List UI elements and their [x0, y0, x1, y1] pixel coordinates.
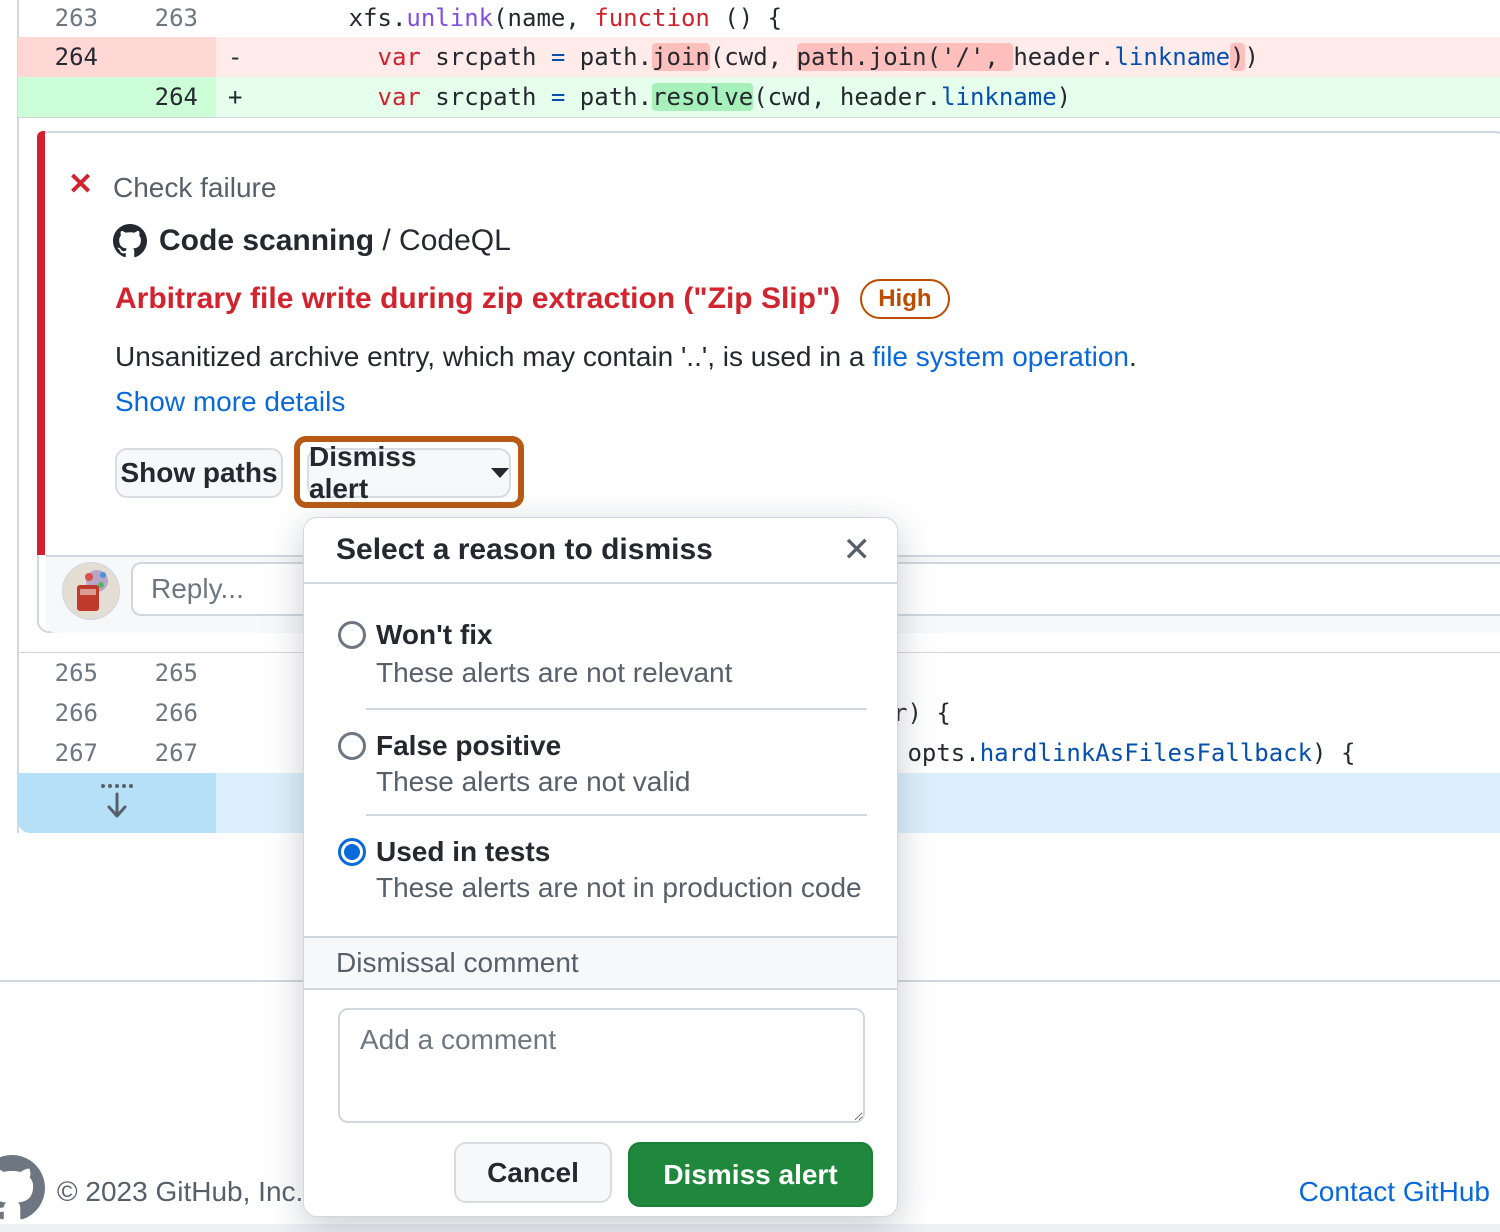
- severity-badge: High: [860, 279, 949, 319]
- tool-name-bold: Code scanning: [159, 224, 374, 257]
- new-line-number: 266: [118, 693, 198, 733]
- page: 263 263 xfs.unlink(name, function () { 2…: [0, 0, 1500, 1232]
- check-status-label: Check failure: [113, 172, 276, 204]
- dismissal-comment-textarea[interactable]: [338, 1008, 865, 1123]
- tool-name: Code scanning / CodeQL: [159, 224, 511, 258]
- dismissal-comment-label: Dismissal comment: [336, 938, 579, 988]
- show-paths-button[interactable]: Show paths: [115, 448, 283, 498]
- show-more-details-link[interactable]: Show more details: [115, 386, 345, 418]
- alert-description: Unsanitized archive entry, which may con…: [115, 341, 1137, 373]
- file-system-operation-link[interactable]: file system operation: [872, 341, 1129, 372]
- diff-row-264-add: 264 + var srcpath = path.resolve(cwd, he…: [18, 77, 1500, 117]
- cancel-button[interactable]: Cancel: [454, 1142, 612, 1203]
- code-line-fragment: opts.hardlinkAsFilesFallback) {: [893, 733, 1355, 773]
- github-footer-logo: [0, 1155, 45, 1221]
- alert-title: Arbitrary file write during zip extracti…: [115, 282, 840, 316]
- old-line-number: 266: [18, 693, 98, 733]
- option-divider: [366, 708, 867, 710]
- option-label[interactable]: False positive: [376, 729, 561, 763]
- new-line-number: 267: [118, 733, 198, 773]
- bottom-strip: [0, 1224, 1500, 1232]
- new-line-number: 264: [118, 77, 198, 117]
- old-line-number: 263: [18, 0, 98, 37]
- option-description: These alerts are not valid: [376, 765, 690, 799]
- new-line-number: 265: [118, 653, 198, 693]
- highlight-annotation-box: [294, 436, 524, 508]
- expand-down-icon: [98, 782, 136, 824]
- radio-used-in-tests[interactable]: [338, 838, 366, 866]
- option-label[interactable]: Won't fix: [376, 618, 493, 652]
- radio-false-positive[interactable]: [338, 732, 366, 760]
- desc-text: Unsanitized archive entry, which may con…: [115, 341, 872, 372]
- avatar-image: [63, 563, 119, 619]
- option-label[interactable]: Used in tests: [376, 835, 550, 869]
- copyright-text: © 2023 GitHub, Inc.: [57, 1176, 303, 1208]
- expand-lines-button[interactable]: [18, 773, 216, 833]
- tool-name-suffix: / CodeQL: [374, 224, 511, 257]
- old-line-number: 264: [18, 37, 98, 77]
- option-description: These alerts are not relevant: [376, 656, 732, 690]
- dismiss-alert-confirm-button[interactable]: Dismiss alert: [628, 1142, 873, 1207]
- dismissal-comment-bar: Dismissal comment: [304, 936, 897, 990]
- avatar[interactable]: [62, 562, 120, 620]
- diff-row-263: 263 263 xfs.unlink(name, function () {: [18, 0, 1500, 37]
- old-line-number: 267: [18, 733, 98, 773]
- failure-red-bar: [37, 131, 45, 555]
- dialog-title: Select a reason to dismiss: [336, 518, 713, 582]
- option-divider: [366, 814, 867, 816]
- option-description: These alerts are not in production code: [376, 871, 862, 905]
- code-line: var srcpath = path.join(cwd, path.join('…: [233, 37, 1259, 77]
- dialog-header: Select a reason to dismiss ✕: [304, 518, 897, 584]
- close-icon[interactable]: ✕: [843, 530, 872, 570]
- alert-title-row: Arbitrary file write during zip extracti…: [115, 279, 950, 319]
- tool-row: Code scanning / CodeQL: [113, 224, 511, 258]
- github-mark-icon: [113, 224, 147, 258]
- dismiss-reason-dialog: Select a reason to dismiss ✕ Won't fix T…: [303, 517, 898, 1217]
- desc-period: .: [1129, 341, 1137, 372]
- code-line: var srcpath = path.resolve(cwd, header.l…: [233, 77, 1071, 117]
- failure-x-icon: ✕: [68, 170, 93, 200]
- new-line-number: 263: [118, 0, 198, 37]
- contact-github-link[interactable]: Contact GitHub: [1290, 1176, 1490, 1208]
- code-line: xfs.unlink(name, function () {: [233, 0, 782, 37]
- code-line-fragment: r) {: [893, 693, 951, 733]
- row-divider: [18, 117, 1500, 118]
- radio-wont-fix[interactable]: [338, 621, 366, 649]
- diff-row-264-del: 264 - var srcpath = path.join(cwd, path.…: [18, 37, 1500, 77]
- old-line-number: 265: [18, 653, 98, 693]
